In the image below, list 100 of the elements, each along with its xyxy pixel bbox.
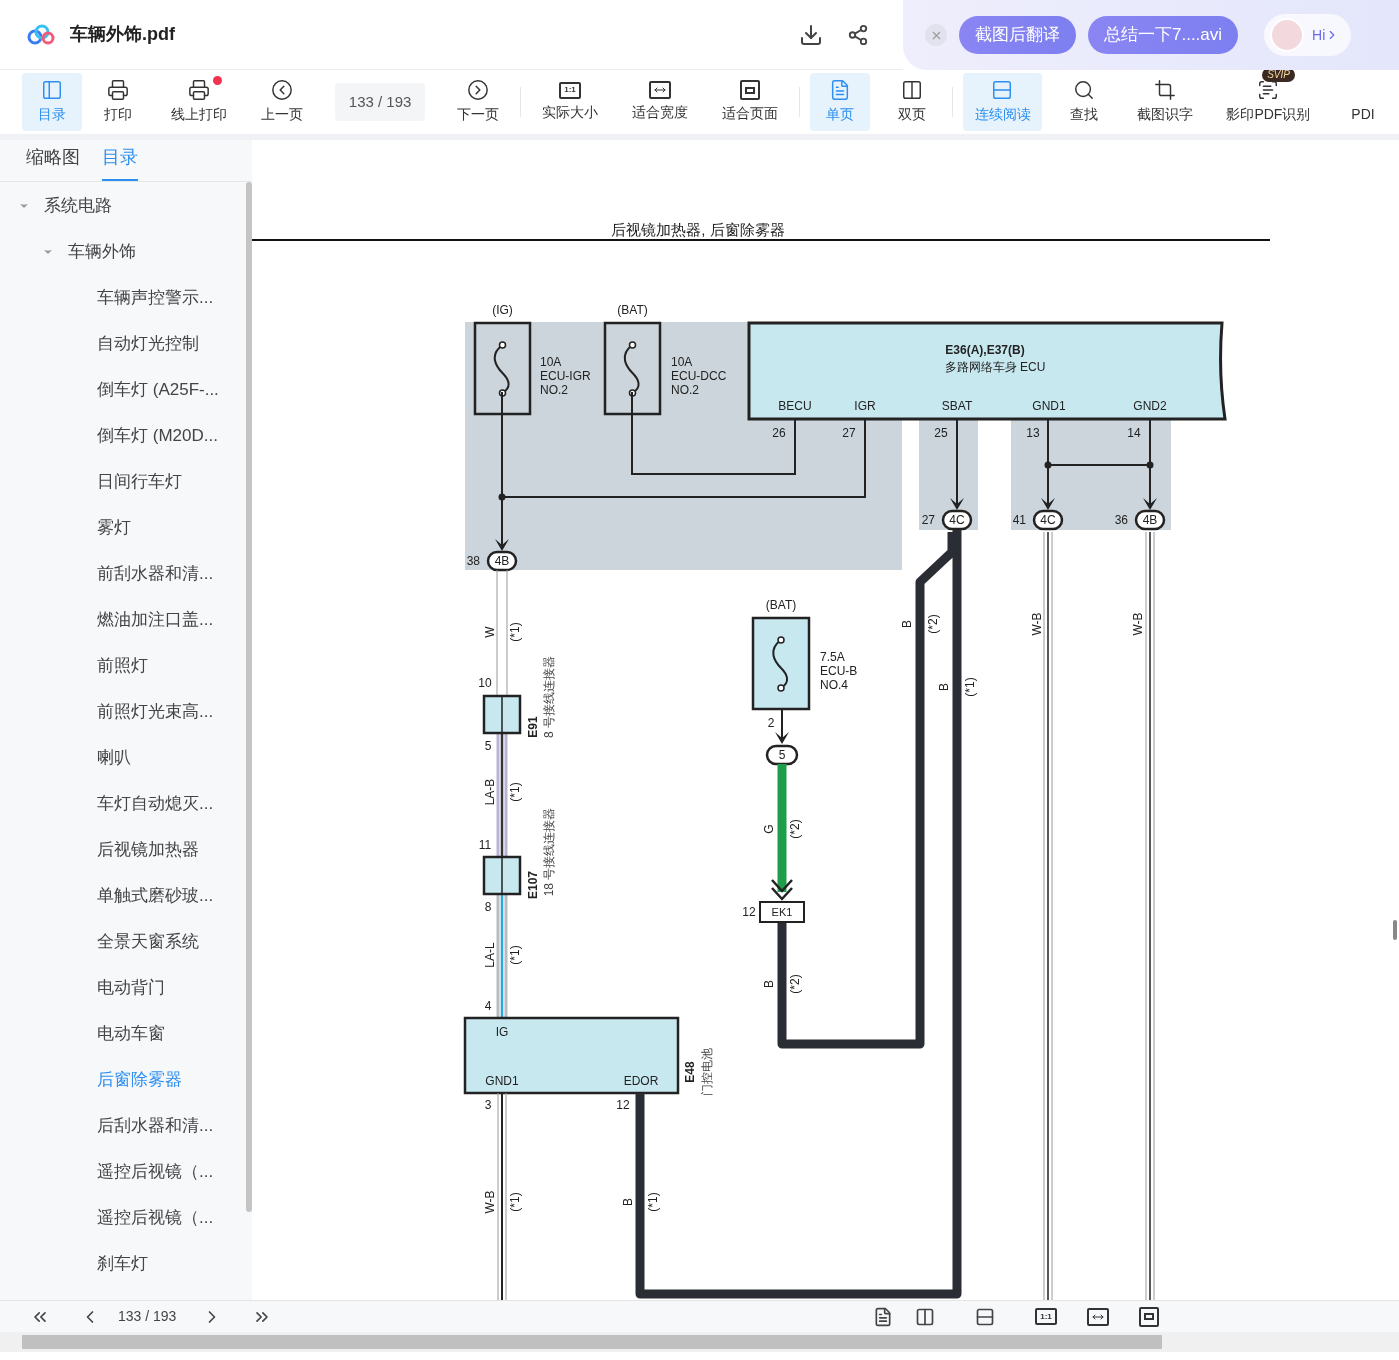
scrollbar-thumb[interactable] (246, 182, 252, 1212)
actual-size-icon: 1:1 (1035, 1308, 1057, 1325)
toolbar-button[interactable]: 适合页面 (711, 73, 790, 131)
tree-item[interactable]: 车灯自动熄灭... (0, 781, 240, 827)
greeting-button[interactable]: Hi (1264, 14, 1352, 56)
pin-number: 10 (478, 676, 492, 690)
pin-number: 4 (484, 999, 492, 1013)
pin-number: 41 (1012, 513, 1026, 527)
connector-code: 4C (1040, 513, 1056, 527)
tree-item[interactable]: 后视镜加热器 (0, 827, 240, 873)
splice-connector (482, 694, 522, 735)
toolbar-button[interactable]: 适合宽度 (621, 73, 700, 131)
tree-item[interactable]: 遥控后视镜（... (0, 1149, 240, 1195)
tree-item[interactable]: 单触式磨砂玻... (0, 873, 240, 919)
toolbar-button[interactable]: 双页 (882, 73, 943, 131)
tree-item[interactable]: 雾灯 (0, 505, 240, 551)
tree-item[interactable]: 全景天窗系统 (0, 919, 240, 965)
two-columns-icon[interactable] (915, 1306, 935, 1327)
toolbar-button[interactable]: 下一页 (445, 73, 510, 131)
pin-name: SBAT (941, 399, 973, 413)
fit-width-icon (1087, 1307, 1109, 1326)
pin-number: 12 (616, 1098, 630, 1112)
wire-color-code: LA-B (483, 778, 497, 806)
toolbar-button[interactable]: 1:1 实际大小 (530, 73, 610, 131)
scan-text-icon (1257, 79, 1280, 101)
wire-note: (*2) (788, 974, 802, 994)
tree-item[interactable]: 倒车灯 (A25F-... (0, 367, 240, 413)
pin-number: 8 (484, 900, 492, 914)
power-source-label: (BAT) (765, 598, 797, 612)
pin-name: GND1 (1032, 399, 1066, 413)
power-source-label: (IG) (492, 303, 513, 317)
tree-item[interactable]: 后刮水器和清... (0, 1103, 240, 1149)
two-rows-icon (991, 79, 1014, 101)
connector-code: 4B (1142, 513, 1158, 527)
tree-item[interactable]: 电动背门 (0, 965, 240, 1011)
share-icon[interactable] (847, 23, 869, 46)
svip-badge: SVIP (1262, 70, 1295, 82)
fuse-label: 10A (671, 355, 693, 369)
wire-color-code: B (937, 683, 951, 691)
tree-item[interactable]: 前照灯光束高... (0, 689, 240, 735)
wire-color-code: W-B (483, 1190, 497, 1214)
ek1-connector (759, 901, 805, 923)
toolbar-button[interactable]: 查找 (1053, 73, 1114, 131)
ecu-code: E36(A),E37(B) (945, 343, 1025, 357)
fit-width-icon (649, 81, 672, 99)
two-columns-icon (901, 79, 924, 101)
crop-icon (1153, 79, 1176, 101)
scrollbar-thumb[interactable] (1393, 920, 1397, 940)
pin-name: IG (495, 1025, 509, 1039)
sidebar-tab[interactable]: 缩略图 (26, 144, 80, 181)
pin-number: 3 (484, 1098, 492, 1112)
single-page-icon[interactable] (873, 1306, 893, 1327)
tree-item[interactable]: 电动车窗 (0, 1011, 240, 1057)
tree-item[interactable]: 燃油加注口盖... (0, 597, 240, 643)
connector-code: E91 (526, 716, 540, 738)
pin-name: GND2 (1133, 399, 1167, 413)
fuse-label: ECU-B (820, 664, 858, 678)
tree-item[interactable]: 自动灯光控制 (0, 321, 240, 367)
fit-page-icon (1139, 1306, 1159, 1327)
page-indicator[interactable]: 133 / 193 (334, 83, 426, 121)
wire-note: (*2) (788, 819, 802, 839)
wire-note: (*1) (963, 677, 977, 697)
tree-item[interactable]: 喇叭 (0, 735, 240, 781)
pin-number: 11 (478, 838, 492, 852)
download-icon[interactable] (799, 22, 823, 47)
tree-item[interactable]: 刹车灯 (0, 1241, 240, 1287)
tree-item[interactable]: 遥控后视镜（... (0, 1195, 240, 1241)
wire-note: (*1) (508, 1192, 522, 1212)
tree-item[interactable]: 车辆声控警示... (0, 275, 240, 321)
page-indicator[interactable]: 133 / 193 (118, 1306, 177, 1327)
wire-note: (*1) (646, 1192, 660, 1212)
two-rows-icon[interactable] (975, 1306, 995, 1327)
tree-item[interactable]: 日间行车灯 (0, 459, 240, 505)
pin-number: 26 (772, 426, 786, 440)
scrollbar-thumb[interactable] (22, 1335, 1162, 1349)
tree-item[interactable]: 系统电路 (0, 183, 240, 229)
pin-number: 14 (1127, 426, 1141, 440)
tree-item[interactable]: 前照灯 (0, 643, 240, 689)
toolbar-button[interactable]: 截图识字 (1125, 73, 1204, 131)
actual-size-icon: 1:1 (559, 81, 582, 99)
wire-note: (*1) (508, 622, 522, 642)
connector-code: E48 (683, 1061, 697, 1083)
wire-color-code: B (900, 620, 914, 628)
toolbar-button[interactable]: 上一页 (250, 73, 315, 131)
horizontal-scrollbar[interactable] (0, 1332, 1399, 1352)
wire-color-code: LA-L (483, 942, 497, 968)
connector-code: EK1 (771, 906, 793, 918)
toolbar-button[interactable]: PDI (1333, 73, 1393, 131)
toolbar-button[interactable]: 打印 (88, 73, 148, 131)
pin-name: BECU (778, 399, 812, 413)
tree-item[interactable]: 车辆外饰 (0, 229, 240, 275)
connector-code: 4B (494, 554, 510, 568)
printer-icon (107, 79, 129, 101)
pin-number: 13 (1026, 426, 1040, 440)
pin-name: IGR (854, 399, 876, 413)
wire-note: (*1) (508, 945, 522, 965)
tree-item[interactable]: 前刮水器和清... (0, 551, 240, 597)
tree-item[interactable]: 倒车灯 (M20D... (0, 413, 240, 459)
fit-page-icon (740, 80, 761, 100)
toolbar-button[interactable]: 线上打印 (160, 73, 239, 131)
